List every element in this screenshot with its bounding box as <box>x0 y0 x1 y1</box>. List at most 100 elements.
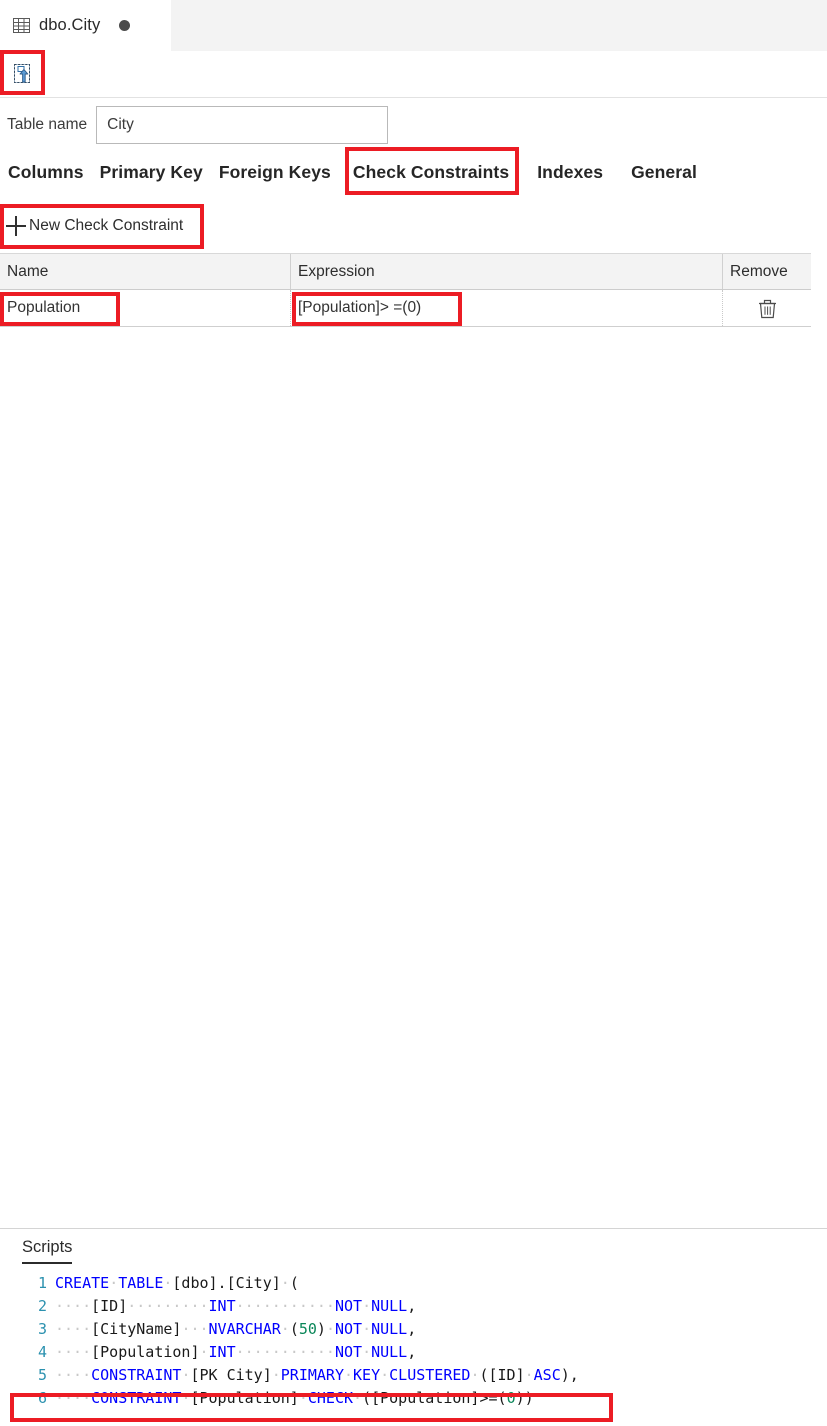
cell-constraint-expression[interactable]: [Population]> =(0) <box>291 290 723 326</box>
code-token: [Population] <box>190 1389 299 1407</box>
code-token: NOT <box>334 1297 363 1315</box>
publish-update-icon <box>12 63 34 85</box>
code-line: 1 CREATE·TABLE·[dbo].[City]·( <box>0 1272 827 1295</box>
tab-primary-key[interactable]: Primary Key <box>92 162 211 183</box>
code-token: TABLE <box>118 1274 164 1292</box>
code-line: 4 ····[Population]·INT···········NOT·NULL… <box>0 1341 827 1364</box>
code-token: NVARCHAR <box>208 1320 281 1338</box>
code-token: ··· <box>181 1320 209 1338</box>
code-token: ········· <box>127 1297 209 1315</box>
code-line-number: 1 <box>37 1274 47 1292</box>
code-token: ··········· <box>235 1297 335 1315</box>
code-line: 3 ····[CityName]···NVARCHAR·(50)·NOT·NULL… <box>0 1318 827 1341</box>
code-line-number: 5 <box>37 1366 47 1384</box>
code-token: · <box>524 1366 534 1384</box>
code-token: 0 <box>506 1389 516 1407</box>
code-line-text: ····CONSTRAINT·[PK City]·PRIMARY·KEY·CLU… <box>55 1364 827 1387</box>
code-token: [dbo].[City] <box>172 1274 281 1292</box>
scripts-tab-strip: Scripts <box>0 1229 827 1272</box>
code-token: ([Population]>=( <box>362 1389 507 1407</box>
code-line-text: ····[CityName]···NVARCHAR·(50)·NOT·NULL, <box>55 1318 827 1341</box>
grid-header-row: Name Expression Remove <box>0 253 811 290</box>
plus-icon <box>6 216 26 236</box>
code-token: · <box>380 1366 390 1384</box>
code-token: · <box>353 1389 363 1407</box>
code-token: ··········· <box>235 1343 335 1361</box>
cell-constraint-name[interactable]: Population <box>0 290 291 326</box>
tab-bar-empty-area <box>171 0 827 51</box>
code-line-number: 4 <box>37 1343 47 1361</box>
publish-button[interactable] <box>7 58 39 90</box>
new-check-constraint-label: New Check Constraint <box>29 217 184 234</box>
code-token: [CityName] <box>91 1320 182 1338</box>
code-token: NOT <box>334 1320 363 1338</box>
code-token: ASC <box>533 1366 561 1384</box>
code-token: · <box>199 1343 209 1361</box>
code-token: [ID] <box>488 1366 525 1384</box>
table-grid-icon <box>13 18 30 33</box>
code-token: , <box>407 1297 417 1315</box>
code-token: · <box>280 1320 290 1338</box>
code-token: 50 <box>298 1320 317 1338</box>
code-token: CHECK <box>307 1389 354 1407</box>
tab-columns[interactable]: Columns <box>0 162 92 183</box>
column-header-expression[interactable]: Expression <box>291 254 723 289</box>
code-token: CLUSTERED <box>389 1366 471 1384</box>
code-token: · <box>325 1320 335 1338</box>
code-line-text: ····[ID]·········INT···········NOT·NULL, <box>55 1295 827 1318</box>
tab-foreign-keys[interactable]: Foreign Keys <box>211 162 339 183</box>
column-header-remove: Remove <box>730 262 788 280</box>
code-token: ···· <box>55 1343 92 1361</box>
code-token: CONSTRAINT <box>91 1389 182 1407</box>
code-line-text: CREATE·TABLE·[dbo].[City]·( <box>55 1272 827 1295</box>
generated-sql-code[interactable]: 1 CREATE·TABLE·[dbo].[City]·(2 ····[ID]···… <box>0 1272 827 1426</box>
new-check-constraint-button[interactable]: New Check Constraint <box>6 211 184 241</box>
column-header-name[interactable]: Name <box>0 254 291 289</box>
code-token: · <box>280 1274 290 1292</box>
editor-tab-bar: dbo.City <box>0 0 827 51</box>
code-token: ···· <box>55 1320 92 1338</box>
table-name-input[interactable] <box>96 106 389 144</box>
code-line-text: ····[Population]·INT···········NOT·NULL, <box>55 1341 827 1364</box>
code-token: KEY <box>353 1366 381 1384</box>
code-token: · <box>344 1366 354 1384</box>
code-token: INT <box>208 1297 236 1315</box>
code-token: [Population] <box>91 1343 200 1361</box>
code-token: PRIMARY <box>280 1366 344 1384</box>
code-line-number: 3 <box>37 1320 47 1338</box>
code-line: 5 ····CONSTRAINT·[PK City]·PRIMARY·KEY·CL… <box>0 1364 827 1387</box>
trash-icon <box>758 298 777 319</box>
table-row[interactable]: Population [Population]> =(0) <box>0 290 811 327</box>
code-line: 6 ····CONSTRAINT·[Population]·CHECK·([Pop… <box>0 1387 827 1410</box>
editor-tab-dbo-city[interactable]: dbo.City <box>0 0 171 51</box>
table-name-label: Table name <box>7 116 88 133</box>
tab-general[interactable]: General <box>623 162 705 183</box>
designer-tab-strip: Columns Primary Key Foreign Keys Check C… <box>0 155 827 189</box>
code-token: NOT <box>334 1343 363 1361</box>
code-token: CONSTRAINT <box>91 1366 182 1384</box>
code-token: [PK City] <box>190 1366 272 1384</box>
designer-toolbar <box>0 51 827 98</box>
code-token: ( <box>289 1274 299 1292</box>
code-token: INT <box>208 1343 236 1361</box>
check-constraints-grid: Name Expression Remove Population [Popul… <box>0 253 811 327</box>
code-token: NULL <box>371 1320 408 1338</box>
code-token: · <box>362 1297 372 1315</box>
code-token: NULL <box>371 1297 408 1315</box>
code-token: NULL <box>371 1343 408 1361</box>
code-token: · <box>271 1366 281 1384</box>
code-token: )) <box>515 1389 534 1407</box>
code-token: · <box>362 1320 372 1338</box>
code-token: ) <box>316 1320 326 1338</box>
code-token: ), <box>560 1366 579 1384</box>
tab-check-constraints[interactable]: Check Constraints <box>345 162 517 183</box>
tab-scripts[interactable]: Scripts <box>22 1238 73 1264</box>
remove-constraint-button[interactable] <box>723 290 811 326</box>
code-token: [ID] <box>91 1297 128 1315</box>
code-token: CREATE <box>55 1274 110 1292</box>
code-token: · <box>362 1343 372 1361</box>
table-name-row: Table name <box>0 104 827 146</box>
code-token: ( <box>289 1320 299 1338</box>
tab-indexes[interactable]: Indexes <box>529 162 611 183</box>
code-token: ( <box>479 1366 489 1384</box>
